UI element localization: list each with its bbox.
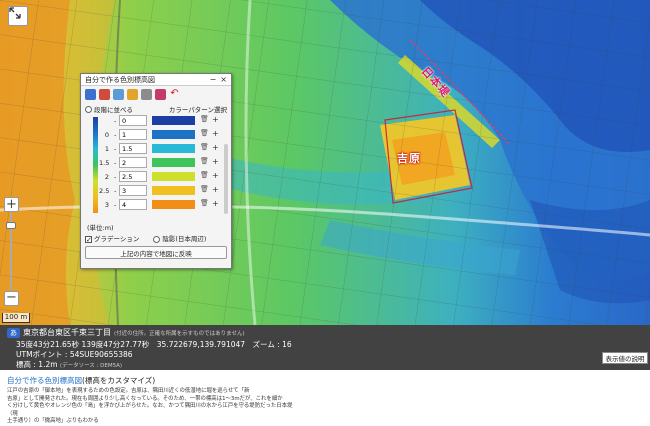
legend-row: 1- 🗑 +: [85, 143, 223, 155]
row-color-swatch[interactable]: [152, 130, 195, 139]
sort-radio-icon: [85, 106, 92, 113]
row-upper-input[interactable]: [119, 185, 147, 196]
row-lower: 3: [104, 201, 109, 209]
caption-line: 土手通り）の「微高地」ぶりもわかる: [7, 418, 99, 425]
row-color-swatch[interactable]: [152, 200, 195, 209]
panel-title: 自分で作る色別標高図: [85, 75, 155, 84]
elevation-row: 標高 : 1.2m (データソース : DEM5A): [16, 359, 122, 370]
row-upper-input[interactable]: [119, 143, 147, 154]
panel-options: 段階に並べる カラーパターン選択: [81, 102, 231, 115]
wand-icon[interactable]: [155, 88, 166, 100]
caption-body: 江戸の吉原の「御本地」を表現するための色設定。吉原は、隅田川近くの低湿地に堀を巡…: [7, 388, 295, 426]
scale-bar: 100 m: [2, 313, 30, 323]
row-color-swatch[interactable]: [152, 144, 195, 153]
zoom-in-button[interactable]: +: [4, 197, 19, 212]
legend-row: - 🗑 +: [85, 115, 223, 127]
caption-line: く分けして黄色やオレンジ色の「島」を浮かび上がらせた。なお、かつて隅田川の水から…: [7, 403, 293, 417]
preset-1-icon[interactable]: [85, 88, 96, 100]
color-legend-panel[interactable]: 自分で作る色別標高図 − × ↶ 段階に並べる カラーパターン選択 - 🗑 + …: [80, 73, 232, 269]
delete-icon[interactable]: 🗑: [200, 129, 209, 137]
check-icon: ✓: [85, 235, 92, 244]
row-color-swatch[interactable]: [152, 116, 195, 125]
add-icon[interactable]: +: [212, 157, 219, 166]
preset-3-icon[interactable]: [113, 88, 124, 100]
gradation-checkbox[interactable]: ✓ グラデーション: [85, 233, 139, 243]
legend-row: 3- 🗑 +: [85, 199, 223, 211]
caption: 自分で作る色別標高図(標高をカスタマイズ) 江戸の吉原の「御本地」を表現するため…: [7, 375, 637, 426]
row-color-swatch[interactable]: [152, 158, 195, 167]
panel-toggles: ✓ グラデーション 陰影(日本周辺): [81, 232, 231, 244]
row-lower: 1.5: [99, 159, 110, 167]
row-lower: 0: [104, 131, 109, 139]
address-badge: あ: [7, 327, 20, 338]
add-icon[interactable]: +: [212, 115, 219, 124]
delete-icon[interactable]: 🗑: [200, 157, 209, 165]
gradation-label: グラデーション: [94, 235, 140, 243]
address-row: あ 東京都台東区千束三丁目 (付近の住所。正確な所属を示すものではありません): [7, 327, 245, 338]
legend-row: 1.5- 🗑 +: [85, 157, 223, 169]
row-lower: 2: [104, 173, 109, 181]
hillshade-label: 陰影(日本周辺): [162, 235, 207, 243]
row-upper-input[interactable]: [119, 129, 147, 140]
expand-icon: [9, 7, 21, 19]
zoom-slider-handle[interactable]: [6, 222, 16, 229]
delete-icon[interactable]: 🗑: [200, 171, 209, 179]
preset-2-icon[interactable]: [99, 88, 110, 100]
caption-suffix: (標高をカスタマイズ): [82, 376, 156, 385]
apply-to-map-button[interactable]: 上記の内容で地図に反映: [85, 246, 227, 259]
caption-heading: 自分で作る色別標高図(標高をカスタマイズ): [7, 375, 637, 386]
preset-4-icon[interactable]: [127, 88, 138, 100]
panel-scrollbar[interactable]: [224, 144, 228, 214]
add-icon[interactable]: +: [212, 143, 219, 152]
address-text: 東京都台東区千束三丁目: [23, 328, 111, 337]
close-button[interactable]: ×: [220, 75, 227, 84]
caption-line: 江戸の吉原の「御本地」を表現するための色設定。吉原は、隅田川近くの低湿地に堀を巡…: [7, 388, 250, 394]
hillshade-radio-icon: [153, 235, 161, 243]
explain-values-button[interactable]: 表示値の説明: [602, 352, 648, 364]
legend-row: 2.5- 🗑 +: [85, 185, 223, 197]
unit-label: (単位:m): [87, 224, 114, 232]
row-color-swatch[interactable]: [152, 186, 195, 195]
row-lower: 2.5: [99, 187, 110, 195]
sort-option-label: 段階に並べる: [94, 105, 133, 114]
zoom-out-button[interactable]: −: [4, 291, 19, 306]
elevation-source: (データソース : DEM5A): [59, 363, 123, 369]
legend-row: 0- 🗑 +: [85, 129, 223, 141]
delete-icon[interactable]: 🗑: [200, 115, 209, 123]
row-color-swatch[interactable]: [152, 172, 195, 181]
legend-row: 2- 🗑 +: [85, 171, 223, 183]
panel-title-bar[interactable]: 自分で作る色別標高図 − ×: [81, 74, 231, 86]
add-icon[interactable]: +: [212, 171, 219, 180]
row-upper-input[interactable]: [119, 157, 147, 168]
elevation-text: 標高 : 1.2m: [16, 360, 58, 369]
row-upper-input[interactable]: [119, 171, 147, 182]
add-icon[interactable]: +: [212, 185, 219, 194]
row-upper-input[interactable]: [119, 199, 147, 210]
location-info-bar: あ 東京都台東区千束三丁目 (付近の住所。正確な所属を示すものではありません) …: [0, 325, 650, 370]
undo-icon[interactable]: ↶: [169, 88, 180, 100]
add-icon[interactable]: +: [212, 129, 219, 138]
panel-toolbar: ↶: [81, 86, 231, 102]
hillshade-checkbox[interactable]: 陰影(日本周辺): [153, 233, 206, 243]
row-lower: 1: [104, 145, 109, 153]
add-icon[interactable]: +: [212, 199, 219, 208]
expand-button[interactable]: [8, 6, 28, 26]
delete-icon[interactable]: 🗑: [200, 199, 209, 207]
delete-icon[interactable]: 🗑: [200, 143, 209, 151]
settings-icon[interactable]: [141, 88, 152, 100]
address-note: (付近の住所。正確な所属を示すものではありません): [114, 330, 245, 337]
sort-option[interactable]: 段階に並べる: [85, 104, 133, 114]
delete-icon[interactable]: 🗑: [200, 185, 209, 193]
color-pattern-select[interactable]: カラーパターン選択: [169, 104, 227, 114]
legend-rows: - 🗑 + 0- 🗑 + 1- 🗑 + 1.5- 🗑 +: [85, 115, 231, 222]
minimize-button[interactable]: −: [210, 75, 217, 84]
place-label-yoshiwara: 吉原: [397, 152, 421, 165]
caption-link[interactable]: 自分で作る色別標高図: [7, 376, 82, 385]
row-upper-input[interactable]: [119, 115, 147, 126]
